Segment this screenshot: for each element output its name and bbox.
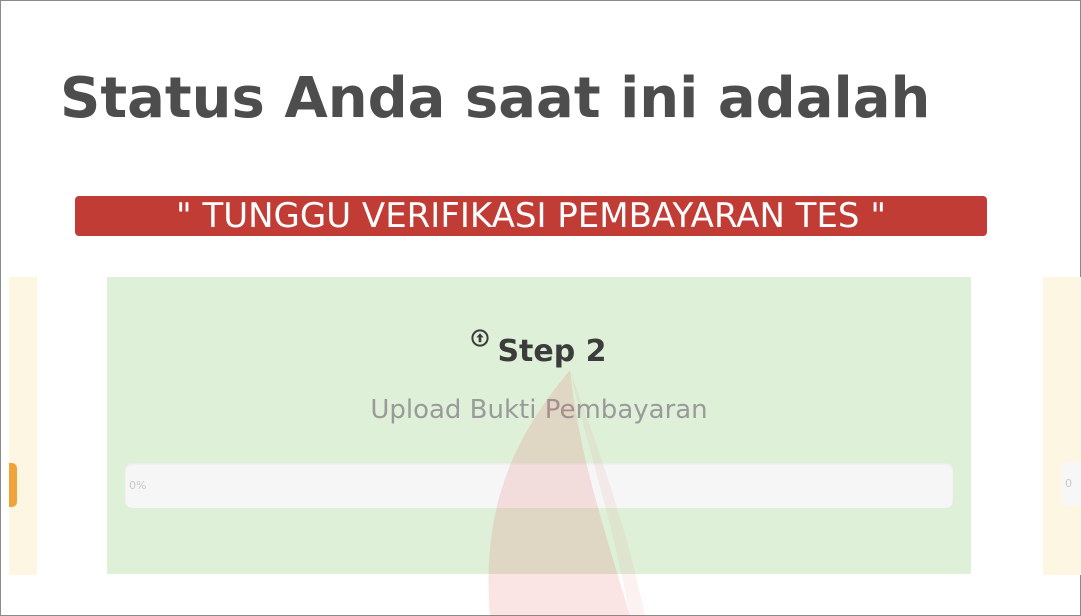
upload-progress-label: 0%: [129, 479, 147, 492]
step-heading-label: Step 2: [497, 334, 607, 369]
carousel-next-card[interactable]: [1043, 277, 1081, 575]
next-card-progress-label: 0: [1062, 462, 1081, 506]
step-heading: Step 2: [107, 329, 971, 369]
step-subtitle: Upload Bukti Pembayaran: [370, 395, 708, 425]
page-title: Status Anda saat ini adalah: [60, 66, 931, 131]
upload-circle-icon: [471, 329, 490, 347]
carousel-prev-button[interactable]: [9, 463, 17, 507]
upload-progress-bar: 0%: [125, 463, 953, 508]
step-card: Step 2 Upload Bukti Pembayaran 0%: [107, 277, 971, 574]
status-badge: " TUNGGU VERIFIKASI PEMBAYARAN TES ": [75, 196, 987, 236]
carousel-prev-card[interactable]: [9, 277, 37, 575]
